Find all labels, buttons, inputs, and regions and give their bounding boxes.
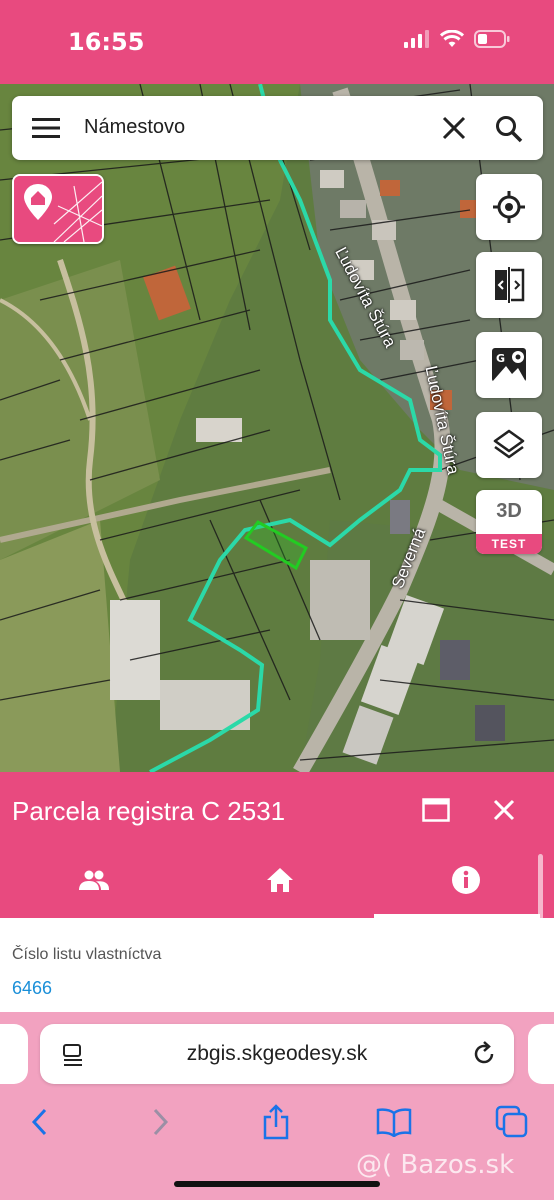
battery-icon xyxy=(474,30,510,48)
info-icon xyxy=(452,866,480,894)
locate-me-button[interactable] xyxy=(476,174,542,240)
wifi-icon xyxy=(440,30,464,47)
maximize-icon[interactable] xyxy=(422,798,450,822)
3d-label: 3D xyxy=(496,500,522,522)
reload-icon[interactable] xyxy=(470,1040,498,1068)
ownership-sheet-label: Číslo listu vlastníctva xyxy=(12,946,162,963)
panel-scrollbar[interactable] xyxy=(538,854,543,920)
tab-property[interactable] xyxy=(188,842,372,918)
back-arrow-icon xyxy=(31,1108,47,1136)
back-button[interactable] xyxy=(20,1102,60,1142)
google-maps-button[interactable]: G xyxy=(476,332,542,398)
share-icon xyxy=(263,1104,289,1140)
menu-icon[interactable] xyxy=(32,116,60,140)
forward-button[interactable] xyxy=(140,1102,180,1142)
status-bar: 16:55 xyxy=(0,0,554,84)
address-bar[interactable]: zbgis.skgeodesy.sk xyxy=(40,1024,514,1084)
compare-view-button[interactable] xyxy=(476,252,542,318)
parcel-panel-header: Parcela registra C 2531 xyxy=(0,772,554,918)
tabs-button[interactable] xyxy=(492,1102,532,1142)
tab-info[interactable] xyxy=(374,842,554,918)
home-indicator[interactable] xyxy=(174,1181,380,1187)
test-badge: TEST xyxy=(476,534,542,554)
panel-title: Parcela registra C 2531 xyxy=(12,796,286,826)
bookmarks-button[interactable] xyxy=(374,1102,414,1142)
layers-icon xyxy=(493,429,525,459)
crosshair-icon xyxy=(493,191,525,223)
close-panel-icon[interactable] xyxy=(490,796,518,824)
parcel-detail: Číslo listu vlastníctva 6466 xyxy=(0,918,554,1018)
basemap-switcher-button[interactable] xyxy=(12,174,104,244)
url-text[interactable]: zbgis.skgeodesy.sk xyxy=(40,1042,514,1066)
tab-owners[interactable] xyxy=(2,842,186,918)
search-icon[interactable] xyxy=(494,114,524,144)
basemap-thumbnail-icon xyxy=(14,176,102,242)
status-time: 16:55 xyxy=(68,28,145,56)
people-icon xyxy=(79,870,109,890)
cellular-signal-icon xyxy=(404,30,429,48)
home-icon xyxy=(267,868,293,892)
clear-search-icon[interactable] xyxy=(440,114,468,142)
ownership-sheet-value[interactable]: 6466 xyxy=(12,978,52,999)
google-maps-icon: G xyxy=(492,348,526,382)
bookmarks-icon xyxy=(376,1108,412,1137)
svg-text:G: G xyxy=(496,352,505,365)
search-input[interactable]: Námestovo xyxy=(84,116,185,139)
3d-view-button[interactable]: 3D TEST xyxy=(476,490,542,554)
watermark: @( Bazos.sk xyxy=(356,1150,515,1180)
forward-arrow-icon xyxy=(153,1108,169,1136)
next-tab-preview[interactable] xyxy=(528,1024,554,1084)
search-box[interactable]: Námestovo xyxy=(12,96,543,160)
share-button[interactable] xyxy=(256,1102,296,1142)
split-view-icon xyxy=(495,267,525,303)
tabs-icon xyxy=(495,1105,528,1138)
layers-button[interactable] xyxy=(476,412,542,478)
status-icons xyxy=(404,30,510,48)
previous-tab-preview[interactable] xyxy=(0,1024,28,1084)
